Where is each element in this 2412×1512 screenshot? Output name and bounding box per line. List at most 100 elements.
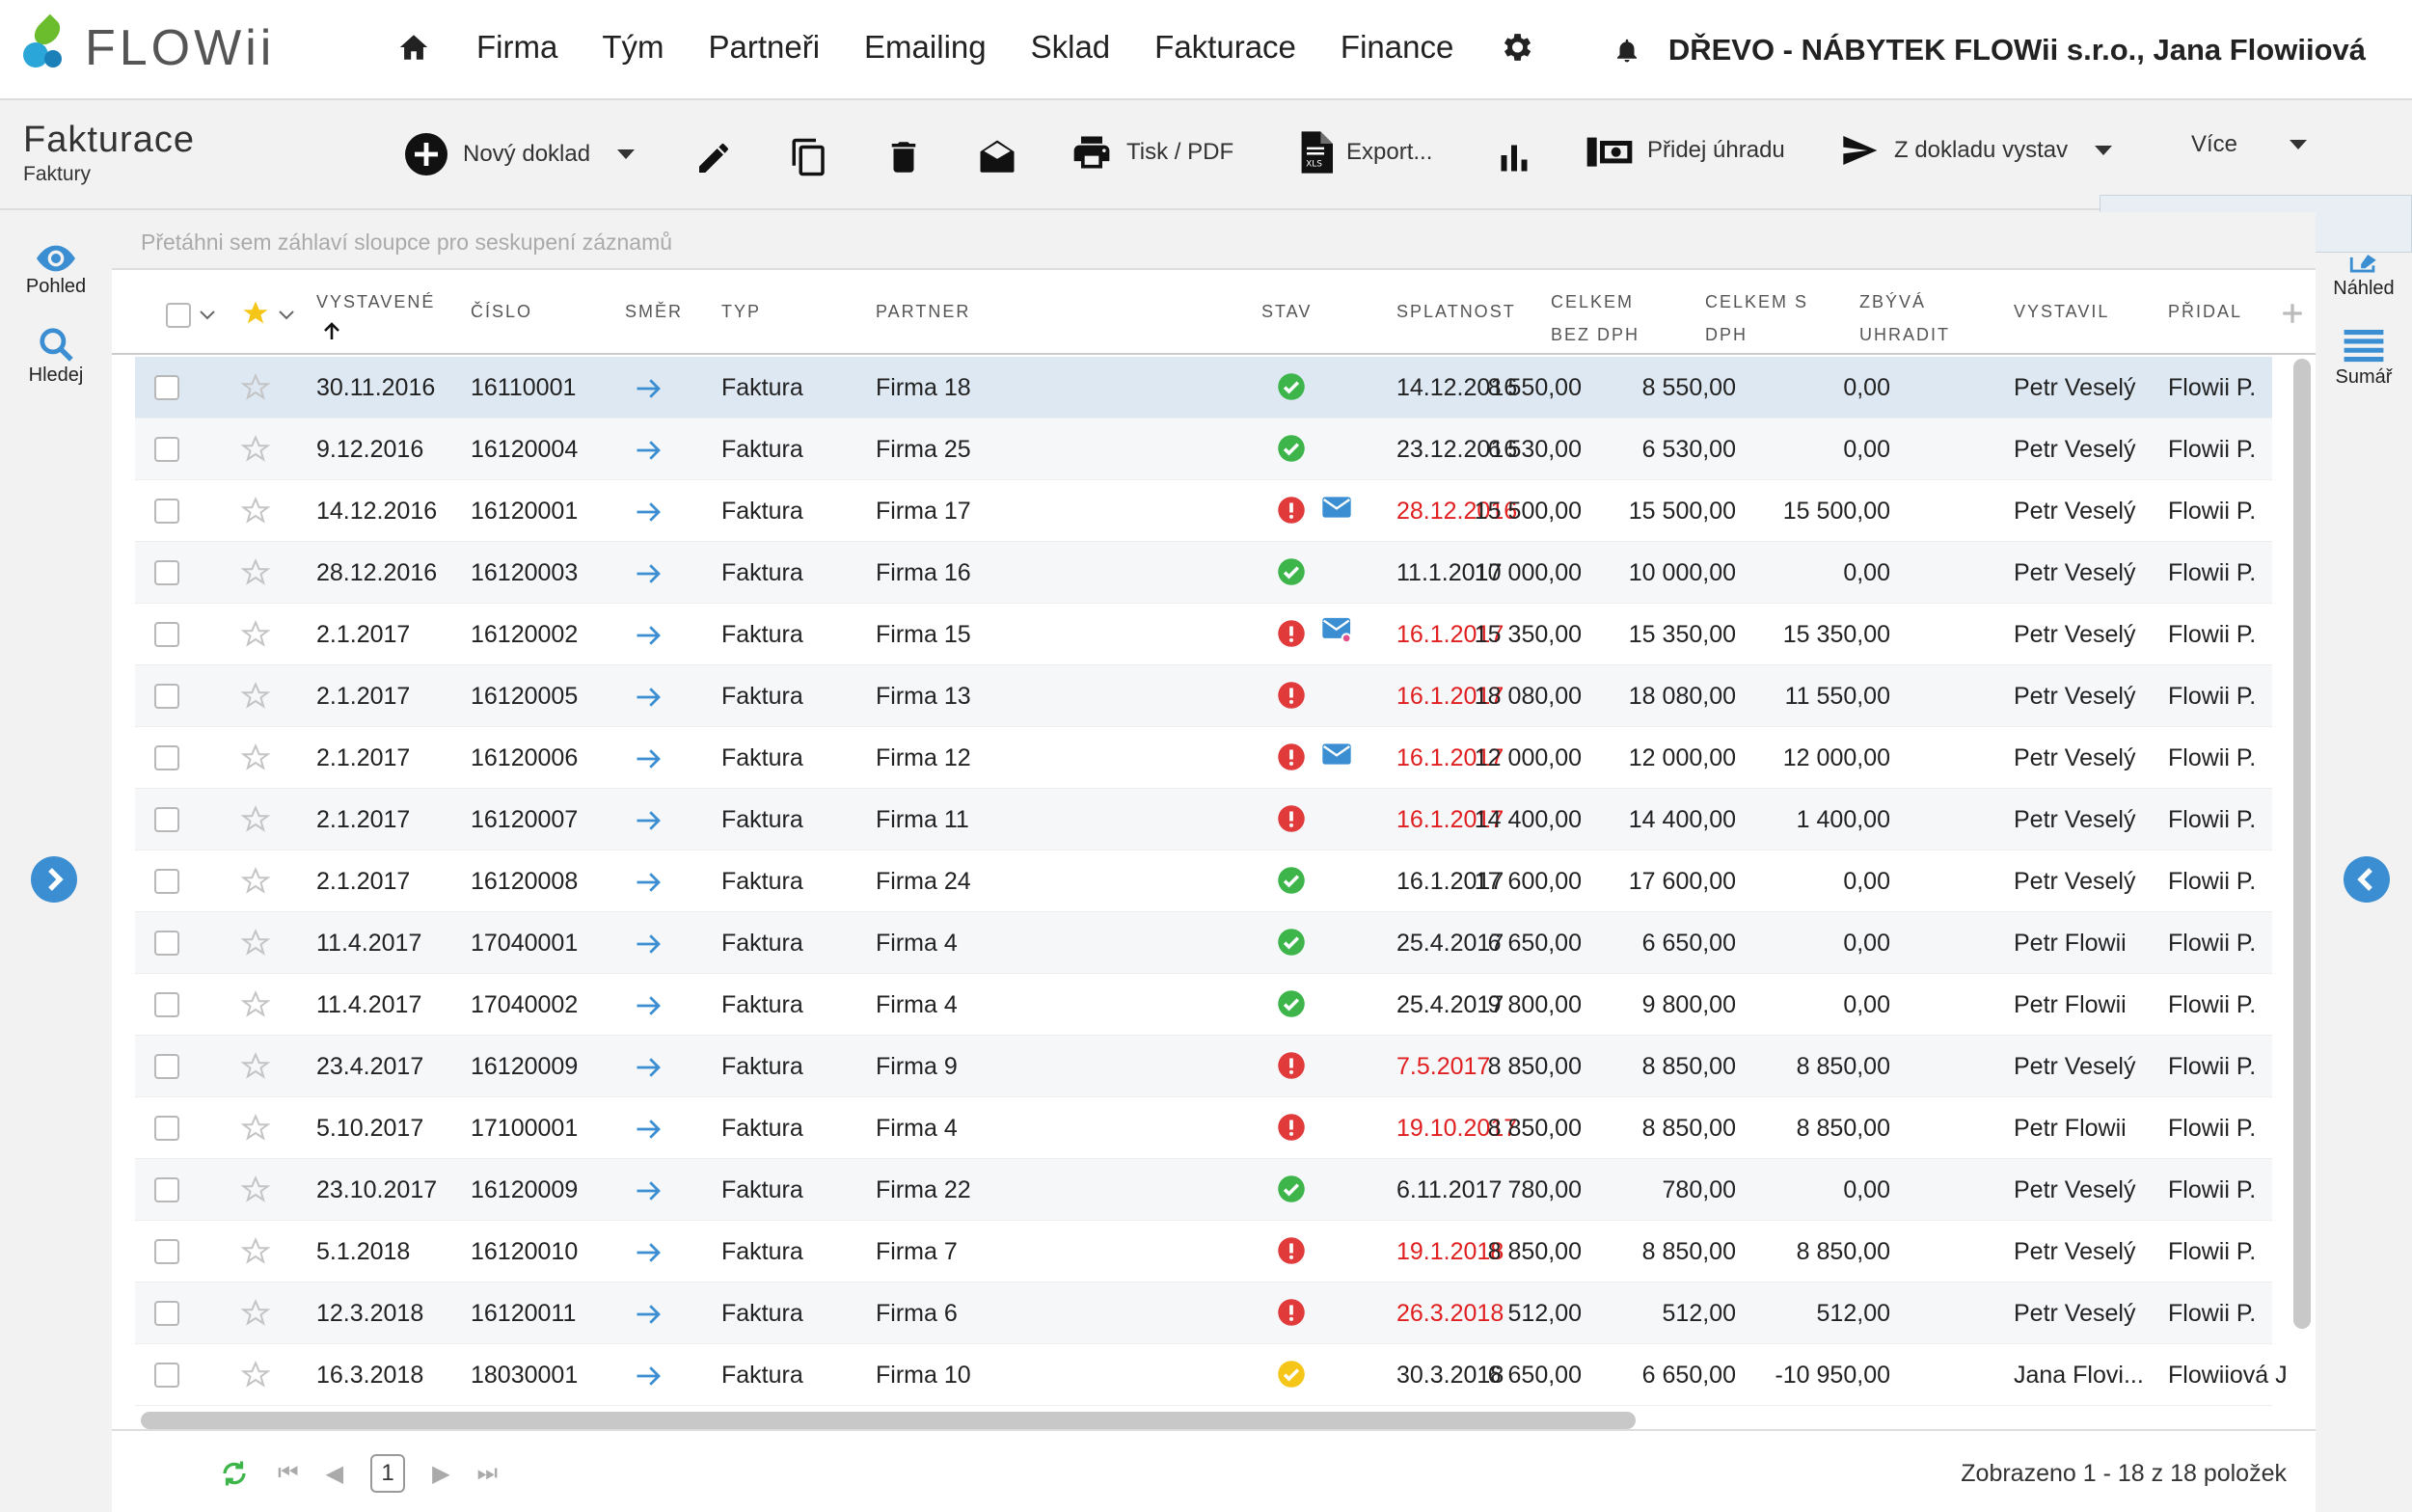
bell-icon[interactable]	[1613, 34, 1641, 67]
table-row[interactable]: 9.12.2016 16120004 Faktura Firma 25 23.12.20…	[135, 418, 2272, 480]
last-page-icon[interactable]: ⏭	[477, 1460, 499, 1487]
col-header-added-by[interactable]: PŘIDAL	[2168, 295, 2242, 328]
bar-chart-icon[interactable]	[1497, 141, 1531, 176]
flowii-logo[interactable]: FLOWii	[23, 14, 275, 79]
star-outline-icon[interactable]	[241, 620, 270, 649]
table-row[interactable]: 2.1.2017 16120006 Faktura Firma 12 16.1.2017…	[135, 727, 2272, 789]
table-row[interactable]: 30.11.2016 16110001 Faktura Firma 18 14.12.2…	[135, 357, 2272, 418]
preview-button[interactable]: Náhled	[2311, 255, 2412, 300]
copy-icon[interactable]	[789, 137, 829, 177]
star-filled-icon[interactable]	[241, 299, 270, 328]
issue-from-document-button[interactable]: Z dokladu vystav	[1838, 131, 2113, 170]
print-pdf-button[interactable]: Tisk / PDF	[1070, 131, 1233, 174]
star-outline-icon[interactable]	[241, 1361, 270, 1390]
add-payment-button[interactable]: Přidej úhradu	[1585, 131, 1785, 170]
col-header-issued-by[interactable]: VYSTAVIL	[2014, 295, 2109, 328]
chevron-down-icon[interactable]	[2095, 146, 2113, 155]
first-page-icon[interactable]: ⏮	[278, 1460, 299, 1487]
more-button[interactable]: Více	[2191, 131, 2308, 158]
col-header-type[interactable]: TYP	[721, 295, 761, 328]
nav-firma[interactable]: Firma	[476, 29, 557, 66]
table-row[interactable]: 12.3.2018 16120011 Faktura Firma 6 26.3.2018…	[135, 1282, 2272, 1344]
envelope-open-icon[interactable]	[976, 137, 1018, 177]
row-checkbox[interactable]	[154, 869, 179, 894]
star-outline-icon[interactable]	[241, 435, 270, 464]
star-outline-icon[interactable]	[241, 682, 270, 711]
sort-ascending-icon[interactable]	[320, 320, 343, 343]
col-header-total-no-vat[interactable]: CELKEM BEZ DPH	[1551, 285, 1640, 351]
nav-finance[interactable]: Finance	[1341, 29, 1453, 66]
star-outline-icon[interactable]	[241, 743, 270, 772]
table-row[interactable]: 5.10.2017 17100001 Faktura Firma 4 19.10.201…	[135, 1097, 2272, 1159]
star-outline-icon[interactable]	[241, 1052, 270, 1081]
star-outline-icon[interactable]	[241, 1175, 270, 1204]
row-checkbox[interactable]	[154, 622, 179, 647]
col-header-number[interactable]: ČÍSLO	[471, 295, 532, 328]
row-checkbox[interactable]	[154, 560, 179, 585]
add-column-icon[interactable]	[2280, 301, 2305, 326]
row-checkbox[interactable]	[154, 992, 179, 1017]
row-checkbox[interactable]	[154, 1177, 179, 1202]
current-page[interactable]: 1	[370, 1454, 406, 1493]
new-document-button[interactable]: Nový doklad	[403, 131, 636, 177]
nav-partneri[interactable]: Partneři	[708, 29, 820, 66]
nav-sklad[interactable]: Sklad	[1031, 29, 1111, 66]
table-row[interactable]: 2.1.2017 16120007 Faktura Firma 11 16.1.2017…	[135, 789, 2272, 850]
star-outline-icon[interactable]	[241, 558, 270, 587]
col-header-issued[interactable]: VYSTAVENÉ	[316, 285, 435, 318]
summary-button[interactable]: Sumář	[2311, 330, 2412, 389]
nav-emailing[interactable]: Emailing	[864, 29, 987, 66]
star-outline-icon[interactable]	[241, 929, 270, 958]
col-header-remaining[interactable]: ZBÝVÁ UHRADIT	[1859, 285, 1950, 351]
chevron-down-icon[interactable]	[617, 149, 636, 159]
nav-tym[interactable]: Tým	[602, 29, 664, 66]
col-header-partner[interactable]: PARTNER	[876, 295, 970, 328]
trash-icon[interactable]	[883, 137, 924, 177]
row-checkbox[interactable]	[154, 1301, 179, 1326]
row-checkbox[interactable]	[154, 1116, 179, 1141]
table-row[interactable]: 23.4.2017 16120009 Faktura Firma 9 7.5.2017 8…	[135, 1036, 2272, 1097]
table-row[interactable]: 23.10.2017 16120009 Faktura Firma 22 6.11.20…	[135, 1159, 2272, 1221]
row-checkbox[interactable]	[154, 1239, 179, 1264]
table-row[interactable]: 2.1.2017 16120002 Faktura Firma 15 16.1.2017…	[135, 604, 2272, 665]
row-checkbox[interactable]	[154, 807, 179, 832]
table-row[interactable]: 28.12.2016 16120003 Faktura Firma 16 11.1.20…	[135, 542, 2272, 604]
expand-left-button[interactable]	[31, 856, 77, 903]
horizontal-scrollbar[interactable]	[141, 1412, 1636, 1429]
table-row[interactable]: 2.1.2017 16120005 Faktura Firma 13 16.1.2017…	[135, 665, 2272, 727]
star-outline-icon[interactable]	[241, 990, 270, 1019]
row-checkbox[interactable]	[154, 499, 179, 524]
star-outline-icon[interactable]	[241, 497, 270, 526]
star-outline-icon[interactable]	[241, 1114, 270, 1143]
table-row[interactable]: 2.1.2017 16120008 Faktura Firma 24 16.1.2017…	[135, 850, 2272, 912]
row-checkbox[interactable]	[154, 931, 179, 956]
table-row[interactable]: 16.3.2018 18030001 Faktura Firma 10 30.3.201…	[135, 1344, 2288, 1406]
row-checkbox[interactable]	[154, 437, 179, 462]
search-button[interactable]: Hledej	[0, 326, 112, 387]
prev-page-icon[interactable]: ◀	[326, 1460, 343, 1488]
refresh-icon[interactable]	[218, 1459, 251, 1488]
chevron-down-icon[interactable]	[199, 309, 216, 322]
view-button[interactable]: Pohled	[0, 245, 112, 298]
col-header-direction[interactable]: SMĚR	[625, 295, 683, 328]
star-outline-icon[interactable]	[241, 1299, 270, 1328]
table-row[interactable]: 11.4.2017 17040001 Faktura Firma 4 25.4.2017…	[135, 912, 2272, 974]
row-checkbox[interactable]	[154, 684, 179, 709]
export-button[interactable]: XLS Export...	[1298, 131, 1432, 174]
row-checkbox[interactable]	[154, 745, 179, 770]
group-by-drop-zone[interactable]: Přetáhni sem záhlaví sloupce pro seskupe…	[112, 212, 2316, 270]
chevron-down-icon[interactable]	[278, 309, 295, 322]
nav-fakturace[interactable]: Fakturace	[1154, 29, 1296, 66]
col-header-due[interactable]: SPLATNOST	[1396, 295, 1516, 328]
col-header-total-vat[interactable]: CELKEM S DPH	[1705, 285, 1808, 351]
row-checkbox[interactable]	[154, 375, 179, 400]
next-page-icon[interactable]: ▶	[432, 1460, 449, 1488]
star-outline-icon[interactable]	[241, 867, 270, 896]
star-outline-icon[interactable]	[241, 805, 270, 834]
select-all-checkbox[interactable]	[166, 303, 191, 328]
home-icon[interactable]	[395, 31, 432, 64]
star-outline-icon[interactable]	[241, 1237, 270, 1266]
row-checkbox[interactable]	[154, 1363, 179, 1388]
vertical-scrollbar[interactable]	[2293, 359, 2311, 1329]
table-row[interactable]: 14.12.2016 16120001 Faktura Firma 17 28.12.2…	[135, 480, 2272, 542]
